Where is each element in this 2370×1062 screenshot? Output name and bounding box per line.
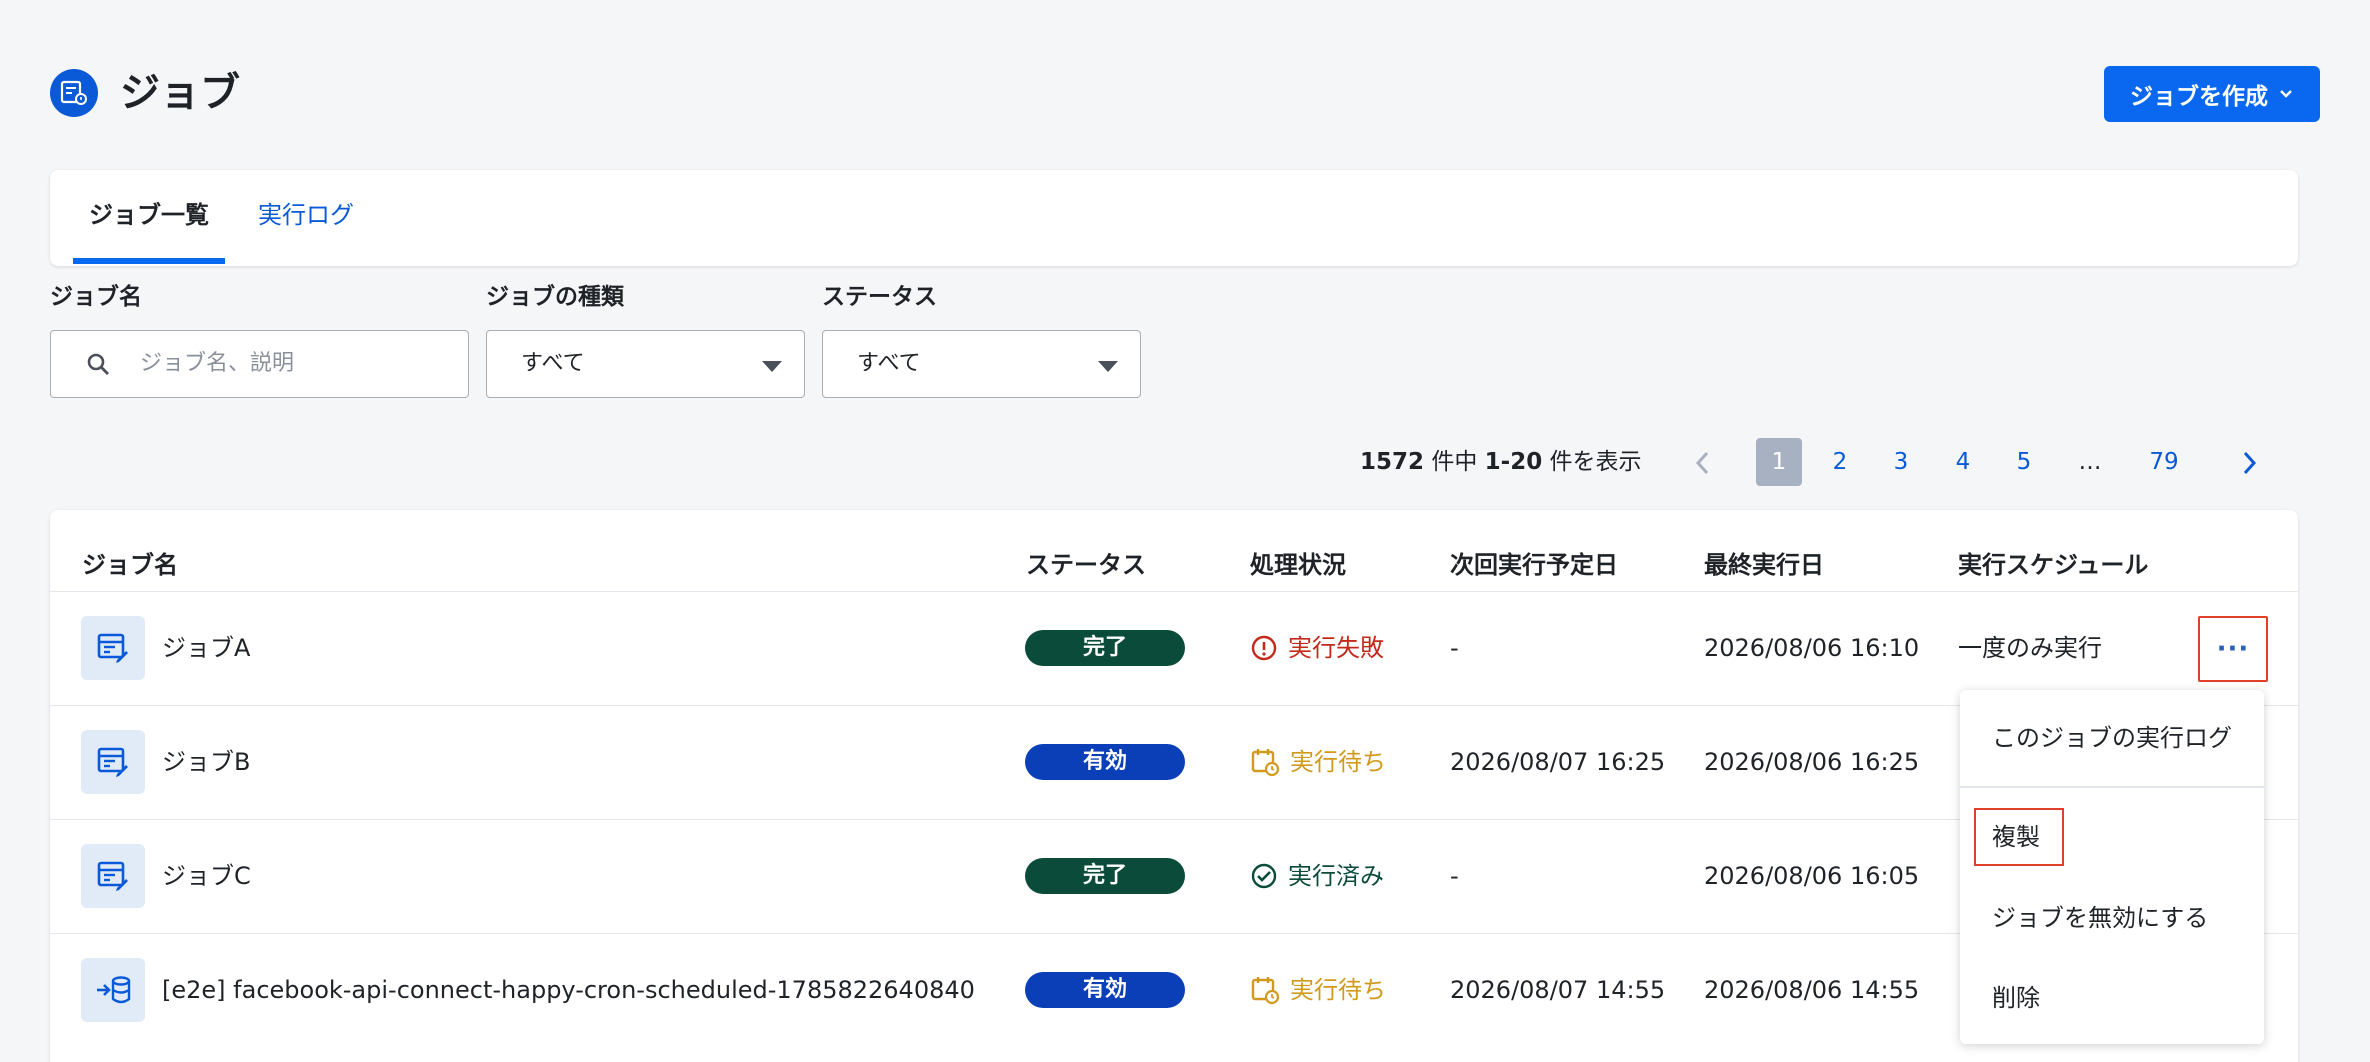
header-process[interactable]: 処理状況 [1250, 550, 1346, 580]
total-count: 1572 [1360, 449, 1425, 475]
dropdown-caret-icon [1098, 361, 1118, 372]
range-suffix: 件を表示 [1549, 449, 1642, 475]
row-action-menu: このジョブの実行ログ 複製 ジョブを無効にする 削除 [1960, 690, 2264, 1044]
next-run: - [1450, 634, 1459, 662]
status-badge: 完了 [1025, 858, 1185, 894]
jobs-app-icon [50, 69, 98, 117]
menu-item-duplicate[interactable]: 複製 [1992, 822, 2040, 852]
last-run: 2026/08/06 16:05 [1704, 862, 1920, 890]
page-1[interactable]: 1 [1756, 438, 1802, 486]
prev-page-button[interactable] [1688, 438, 1718, 486]
status-badge: 完了 [1025, 630, 1185, 666]
process-label: 実行待ち [1290, 748, 1386, 776]
status-badge: 有効 [1025, 972, 1185, 1008]
calendar-clock-icon [1251, 977, 1280, 1005]
chevron-right-icon [2243, 451, 2257, 474]
job-type-select[interactable]: すべて [486, 330, 805, 398]
status-value: すべて [857, 351, 921, 376]
next-run: 2026/08/07 16:25 [1450, 748, 1666, 776]
job-name-filter-label: ジョブ名 [50, 284, 142, 310]
process-status: 実行待ち [1250, 974, 1386, 1006]
chevron-left-icon [1695, 451, 1709, 474]
calendar-clock-icon [1251, 749, 1280, 777]
page-title: ジョブ [120, 70, 240, 116]
result-range-text: 1572 件中 1-20 件を表示 [1360, 447, 1642, 477]
tab-bar: ジョブ一覧 実行ログ [50, 170, 2298, 266]
job-search-input[interactable]: ジョブ名、説明 [50, 330, 469, 398]
database-import-icon [81, 958, 145, 1022]
status-badge: 有効 [1025, 744, 1185, 780]
create-job-button[interactable]: ジョブを作成 [2104, 66, 2320, 122]
tab-job-list[interactable]: ジョブ一覧 [89, 200, 209, 230]
chevron-down-icon [2280, 90, 2292, 98]
search-icon [87, 353, 109, 375]
last-run: 2026/08/06 14:55 [1704, 976, 1920, 1004]
last-run: 2026/08/06 16:25 [1704, 748, 1920, 776]
table-edit-icon [81, 616, 145, 680]
process-label: 実行待ち [1290, 976, 1386, 1004]
header-last-run[interactable]: 最終実行日 [1704, 550, 1824, 580]
menu-item-delete[interactable]: 削除 [1992, 983, 2040, 1013]
page-ellipsis: … [2078, 449, 2102, 475]
active-tab-indicator [73, 258, 225, 264]
search-placeholder: ジョブ名、説明 [140, 351, 295, 376]
check-circle-icon [1251, 863, 1277, 889]
table-edit-icon [81, 844, 145, 908]
table-row[interactable]: ジョブA 完了 実行失敗 - 2026/08/06 16:10 一度のみ実行 ·… [50, 591, 2298, 705]
page-4[interactable]: 4 [1943, 438, 1983, 486]
job-name[interactable]: ジョブC [162, 860, 251, 892]
menu-divider [1960, 786, 2264, 788]
status-select[interactable]: すべて [822, 330, 1141, 398]
next-run: - [1450, 862, 1459, 890]
process-status: 実行済み [1250, 860, 1384, 892]
process-status: 実行待ち [1250, 746, 1386, 778]
header-job-name[interactable]: ジョブ名 [82, 550, 178, 580]
job-type-filter-label: ジョブの種類 [486, 284, 624, 310]
page-79[interactable]: 79 [2144, 438, 2184, 486]
range-value: 1-20 [1484, 449, 1543, 475]
job-name[interactable]: ジョブA [162, 632, 250, 664]
last-run: 2026/08/06 16:10 [1704, 634, 1920, 662]
header-status[interactable]: ステータス [1026, 550, 1146, 580]
job-name[interactable]: ジョブB [162, 746, 250, 778]
dropdown-caret-icon [762, 361, 782, 372]
jobs-page: ジョブ ジョブを作成 ジョブ一覧 実行ログ ジョブ名 ジョブの種類 ステータス … [0, 0, 2370, 1062]
create-job-label: ジョブを作成 [2130, 83, 2268, 109]
schedule: 一度のみ実行 [1958, 634, 2102, 662]
menu-item-disable-job[interactable]: ジョブを無効にする [1992, 903, 2208, 933]
table-edit-icon [81, 730, 145, 794]
process-status: 実行失敗 [1250, 632, 1384, 664]
process-label: 実行失敗 [1288, 634, 1384, 662]
range-mid: 件中 [1431, 449, 1478, 475]
next-page-button[interactable] [2234, 438, 2264, 486]
more-horizontal-icon: ··· [2216, 634, 2250, 664]
row-more-button[interactable]: ··· [2198, 616, 2268, 682]
menu-item-execution-log[interactable]: このジョブの実行ログ [1992, 723, 2232, 753]
alert-circle-icon [1251, 635, 1277, 661]
page-3[interactable]: 3 [1881, 438, 1921, 486]
job-type-value: すべて [521, 351, 585, 376]
process-label: 実行済み [1288, 862, 1384, 890]
page-5[interactable]: 5 [2004, 438, 2044, 486]
header-schedule[interactable]: 実行スケジュール [1958, 550, 2148, 580]
header-next-run[interactable]: 次回実行予定日 [1450, 550, 1618, 580]
job-name[interactable]: [e2e] facebook-api-connect-happy-cron-sc… [162, 974, 975, 1006]
next-run: 2026/08/07 14:55 [1450, 976, 1666, 1004]
page-2[interactable]: 2 [1820, 438, 1860, 486]
tab-execution-log[interactable]: 実行ログ [258, 200, 354, 230]
page-header: ジョブ ジョブを作成 [50, 66, 2320, 126]
status-filter-label: ステータス [822, 284, 937, 310]
